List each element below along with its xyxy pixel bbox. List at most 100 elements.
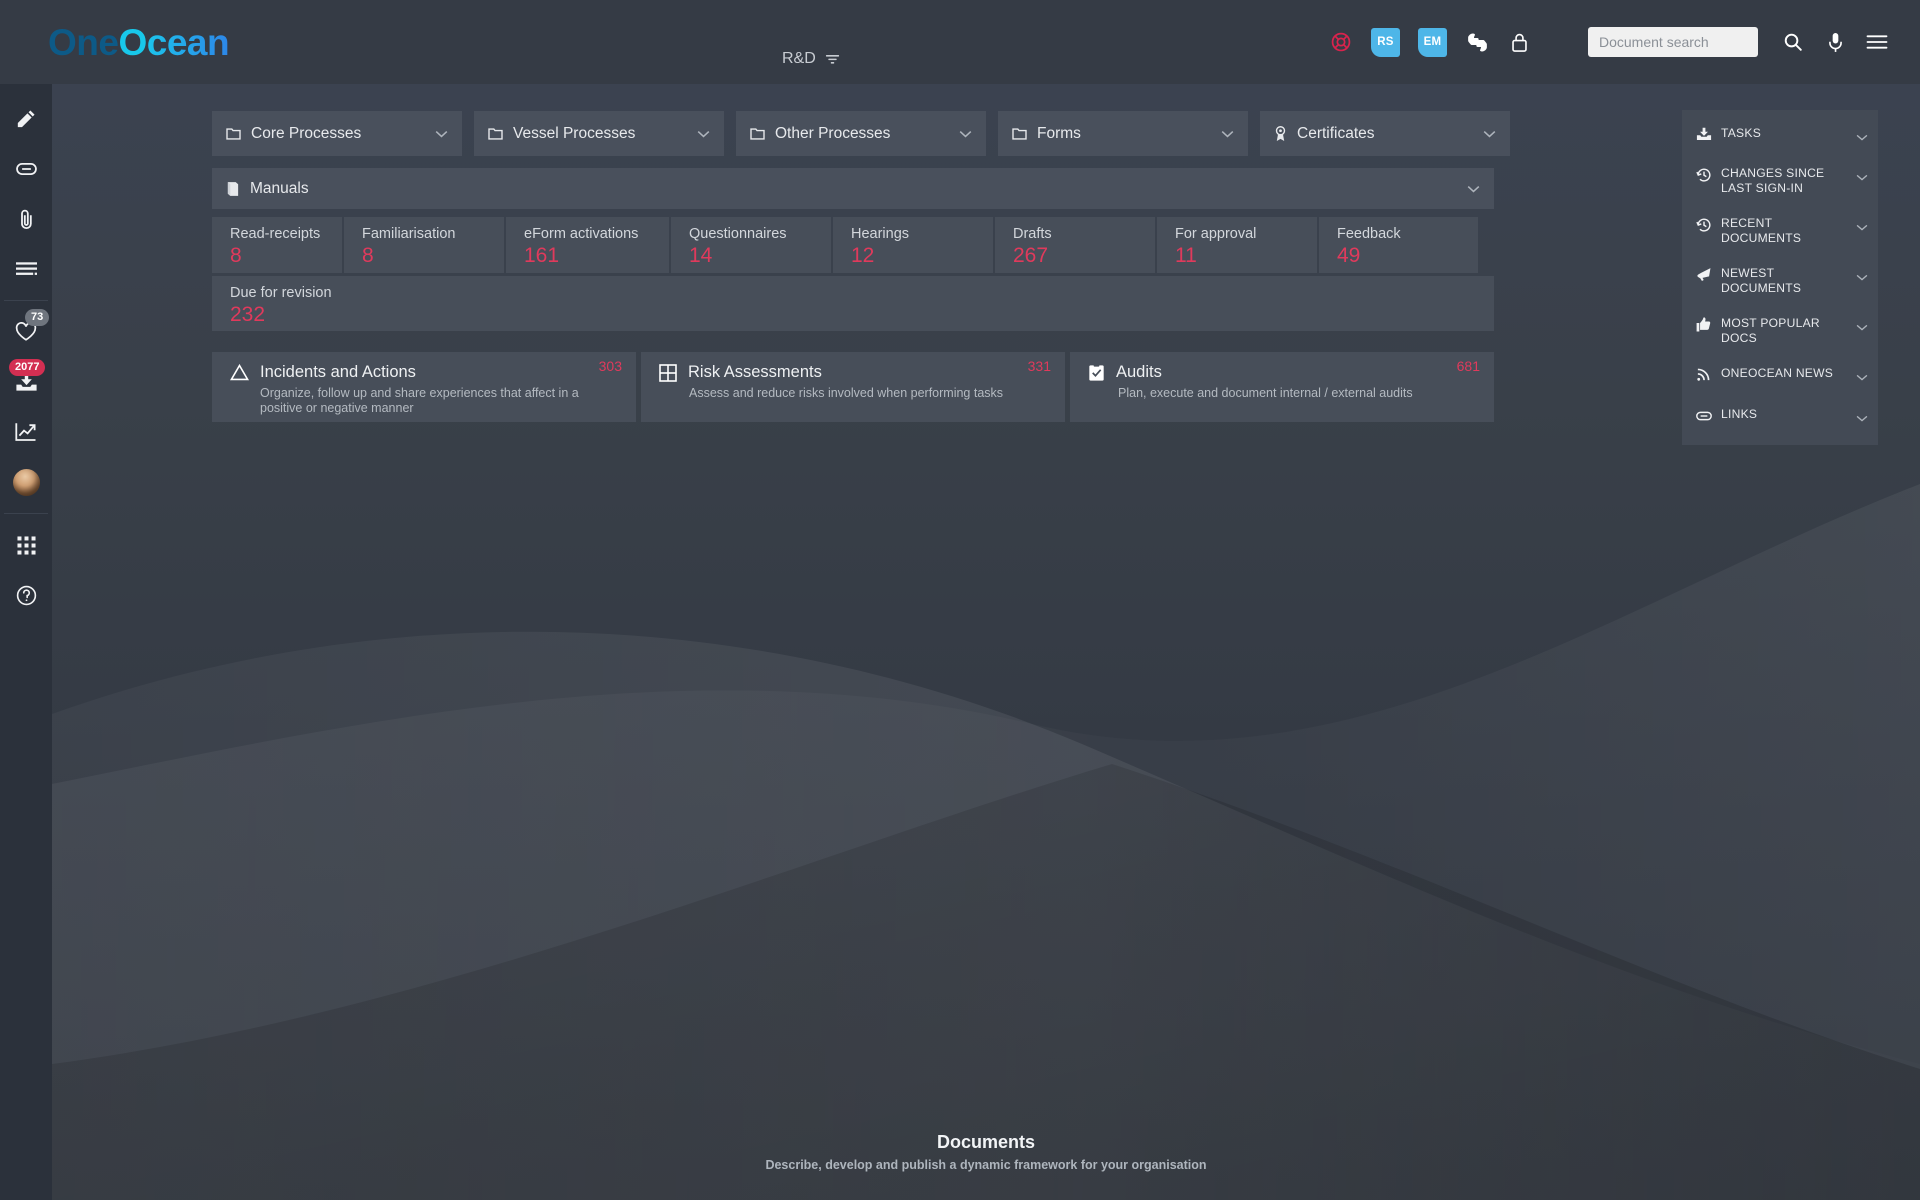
feature-description: Assess and reduce risks involved when pe… bbox=[689, 386, 1004, 400]
panel-item-label: OneOcean news bbox=[1721, 366, 1834, 380]
stats-row: Read-receipts 8 Familiarisation 8 eForm … bbox=[212, 217, 1478, 273]
grid-matrix-icon bbox=[659, 363, 677, 382]
sidebar-item-inbox[interactable]: 2077 bbox=[0, 357, 52, 407]
stat-card-hearings[interactable]: Hearings 12 bbox=[833, 217, 993, 273]
dropdown-certificates[interactable]: Certificates bbox=[1260, 111, 1510, 156]
sidebar-item-apps[interactable] bbox=[0, 520, 52, 570]
sidebar-item-links[interactable] bbox=[0, 144, 52, 194]
feature-count: 681 bbox=[1456, 358, 1480, 374]
inbox-badge: 2077 bbox=[9, 359, 46, 376]
search-submit-button[interactable] bbox=[1772, 21, 1814, 63]
organisation-selector[interactable]: R&D bbox=[782, 50, 840, 68]
stat-card-read-receipts[interactable]: Read-receipts 8 bbox=[212, 217, 342, 273]
chip-rs[interactable]: RS bbox=[1371, 27, 1400, 57]
panel-item-links[interactable]: Links bbox=[1682, 397, 1878, 437]
panel-item-label: Most popular docs bbox=[1721, 316, 1820, 345]
search-icon bbox=[1784, 33, 1802, 51]
main-menu-button[interactable] bbox=[1856, 21, 1898, 63]
folder-icon bbox=[488, 128, 503, 140]
chevron-down-icon bbox=[1483, 130, 1496, 137]
thumbs-up-down-icon bbox=[1467, 33, 1487, 51]
panel-item-label: Recent documents bbox=[1721, 216, 1802, 245]
filter-funnel-icon bbox=[825, 54, 839, 64]
panel-item-tasks[interactable]: Tasks bbox=[1682, 116, 1878, 156]
panel-item-most-popular-docs[interactable]: Most popular docs bbox=[1682, 306, 1878, 356]
stat-card-eform-activations[interactable]: eForm activations 161 bbox=[506, 217, 669, 273]
chart-line-icon bbox=[15, 423, 36, 441]
chip-em[interactable]: EM bbox=[1418, 27, 1447, 57]
manuals-section[interactable]: Manuals bbox=[212, 168, 1494, 209]
feature-title: Risk Assessments bbox=[688, 363, 822, 381]
stat-card-questionnaires[interactable]: Questionnaires 14 bbox=[671, 217, 831, 273]
stat-value: 267 bbox=[1013, 244, 1049, 267]
sidebar-item-analytics[interactable] bbox=[0, 407, 52, 457]
rail-divider-2 bbox=[4, 513, 48, 514]
chevron-down-icon bbox=[1856, 168, 1868, 186]
stat-value: 8 bbox=[362, 244, 374, 267]
stat-card-familiarisation[interactable]: Familiarisation 8 bbox=[344, 217, 504, 273]
left-icon-rail: 73 2077 bbox=[0, 84, 52, 1200]
sidebar-item-list[interactable] bbox=[0, 244, 52, 294]
sidebar-item-profile[interactable] bbox=[0, 457, 52, 507]
panel-item-newest-documents[interactable]: Newest documents bbox=[1682, 256, 1878, 306]
chevron-down-icon bbox=[1856, 218, 1868, 236]
warning-triangle-icon bbox=[230, 364, 249, 381]
chevron-down-icon bbox=[1467, 185, 1480, 192]
chevron-down-icon bbox=[959, 130, 972, 137]
stat-card-drafts[interactable]: Drafts 267 bbox=[995, 217, 1155, 273]
stat-label: Familiarisation bbox=[362, 226, 456, 242]
stat-value: 49 bbox=[1337, 244, 1361, 267]
feature-title: Incidents and Actions bbox=[260, 363, 416, 381]
panel-item-changes-since-last-sign-in[interactable]: Changes since last sign-in bbox=[1682, 156, 1878, 206]
dropdown-other-processes[interactable]: Other Processes bbox=[736, 111, 986, 156]
chevron-down-icon bbox=[435, 130, 448, 137]
main-content: Core Processes Vessel Processes Other Pr… bbox=[52, 84, 1920, 1200]
dropdown-vessel-processes-label: Vessel Processes bbox=[513, 124, 636, 142]
sidebar-item-favourites[interactable]: 73 bbox=[0, 307, 52, 357]
lifebuoy-icon bbox=[1331, 32, 1351, 52]
security-lock-button[interactable] bbox=[1498, 21, 1540, 63]
history-clock-icon bbox=[1696, 167, 1712, 188]
rail-divider-1 bbox=[4, 300, 48, 301]
feature-card-risk-assessments[interactable]: 331 Risk Assessments Assess and reduce r… bbox=[641, 352, 1065, 422]
pencil-icon bbox=[17, 110, 35, 128]
dropdown-core-processes-label: Core Processes bbox=[251, 124, 362, 142]
oneocean-logo[interactable]: OneOcean bbox=[48, 24, 230, 61]
page-footer-caption: Documents Describe, develop and publish … bbox=[52, 1132, 1920, 1172]
feature-card-incidents-and-actions[interactable]: 303 Incidents and Actions Organize, foll… bbox=[212, 352, 636, 422]
stat-value: 161 bbox=[524, 244, 560, 267]
dropdown-core-processes[interactable]: Core Processes bbox=[212, 111, 462, 156]
dropdown-certificates-label: Certificates bbox=[1297, 124, 1375, 142]
support-lifebuoy-button[interactable] bbox=[1320, 21, 1362, 63]
sidebar-item-edit[interactable] bbox=[0, 94, 52, 144]
voice-search-button[interactable] bbox=[1814, 21, 1856, 63]
grid-apps-icon bbox=[16, 535, 36, 555]
dropdown-other-processes-label: Other Processes bbox=[775, 124, 891, 142]
sidebar-item-attachments[interactable] bbox=[0, 194, 52, 244]
thumbs-up-icon bbox=[1696, 317, 1712, 337]
feedback-thumbs-button[interactable] bbox=[1456, 21, 1498, 63]
stat-label: Drafts bbox=[1013, 226, 1052, 242]
page-title: Documents bbox=[936, 1132, 1035, 1152]
avatar bbox=[12, 468, 40, 496]
right-side-panel: Tasks Changes since last sign-in bbox=[1682, 110, 1878, 445]
feature-card-audits[interactable]: 681 Audits Plan, execute and document in… bbox=[1070, 352, 1494, 422]
page-subtitle: Describe, develop and publish a dynamic … bbox=[765, 1158, 1207, 1172]
stat-value: 12 bbox=[851, 244, 875, 267]
history-clock-icon bbox=[1696, 217, 1712, 238]
panel-item-recent-documents[interactable]: Recent documents bbox=[1682, 206, 1878, 256]
chip-rs-label: RS bbox=[1377, 36, 1394, 48]
dropdown-vessel-processes[interactable]: Vessel Processes bbox=[474, 111, 724, 156]
sidebar-item-help[interactable] bbox=[0, 570, 52, 620]
panel-item-oneocean-news[interactable]: OneOcean news bbox=[1682, 356, 1878, 397]
search-input[interactable] bbox=[1588, 27, 1758, 57]
stat-card-feedback[interactable]: Feedback 49 bbox=[1319, 217, 1478, 273]
link-icon bbox=[15, 163, 37, 175]
due-for-revision-card[interactable]: Due for revision 232 bbox=[212, 276, 1494, 331]
stat-card-for-approval[interactable]: For approval 11 bbox=[1157, 217, 1317, 273]
chevron-down-icon bbox=[1856, 409, 1868, 427]
panel-item-label: Tasks bbox=[1721, 126, 1762, 140]
hamburger-menu-icon bbox=[1866, 35, 1888, 49]
dropdown-forms[interactable]: Forms bbox=[998, 111, 1248, 156]
feature-card-row: 303 Incidents and Actions Organize, foll… bbox=[212, 352, 1494, 422]
